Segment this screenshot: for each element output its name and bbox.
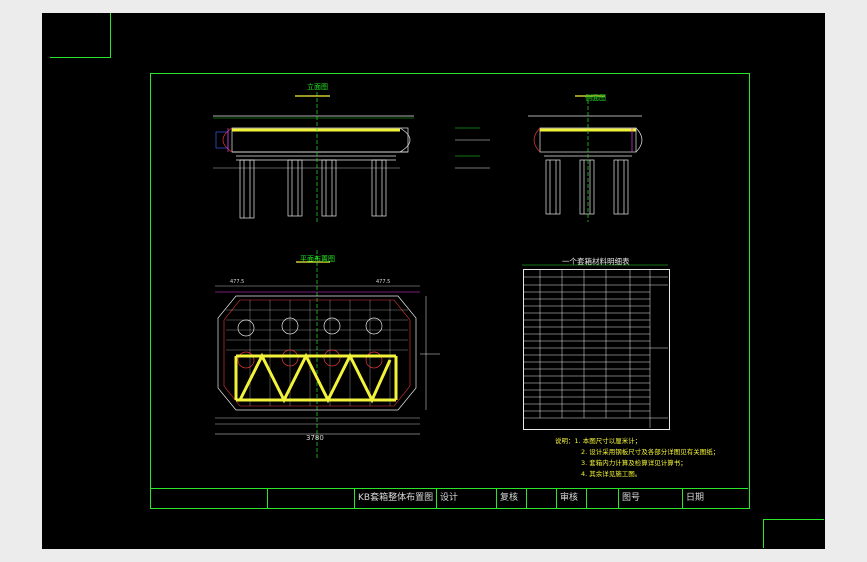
tb-design-label: 设计: [436, 489, 496, 508]
note-line-1: 说明：1. 本图尺寸以厘米计；: [555, 437, 642, 445]
note-line-4: 4. 其余详见施工图。: [581, 470, 642, 478]
tb-cell-blank-2: [267, 489, 337, 508]
plan-dim-right: 477.5: [376, 279, 391, 285]
side-view: [528, 95, 643, 222]
section-markers: [455, 127, 490, 169]
notes: 说明：1. 本图尺寸以厘米计； 2. 设计采用钢板尺寸及各部分详图见有关图纸； …: [555, 436, 719, 480]
tb-date-label: 日期: [682, 489, 748, 508]
tb-blank-4: [586, 489, 618, 508]
note-line-2: 2. 设计采用钢板尺寸及各部分详图见有关图纸；: [581, 448, 720, 456]
side-view-title: 侧面图: [585, 94, 606, 102]
material-table: [523, 269, 670, 430]
elevation-view: [213, 92, 414, 222]
tb-blank-3: [526, 489, 556, 508]
plan-view-title: 平面布置图: [300, 255, 335, 263]
tb-drawing-no-label: 图号: [618, 489, 682, 508]
table-title: 一个套箱材料明细表: [562, 257, 630, 266]
plan-dim-left: 477.5: [230, 279, 245, 285]
drawing-title: KB套箱整体布置图: [354, 489, 436, 508]
plan-width-dimension: 3780: [306, 434, 324, 442]
plan-view: [215, 250, 440, 460]
note-line-3: 3. 套箱内力计算及检算详见计算书；: [581, 459, 687, 467]
elevation-view-title: 立面图: [307, 83, 328, 91]
drawing-svg: [213, 92, 668, 460]
tb-cell-blank-1: [150, 489, 267, 508]
title-block: KB套箱整体布置图 设计 复核 审核 图号 日期: [150, 488, 748, 508]
